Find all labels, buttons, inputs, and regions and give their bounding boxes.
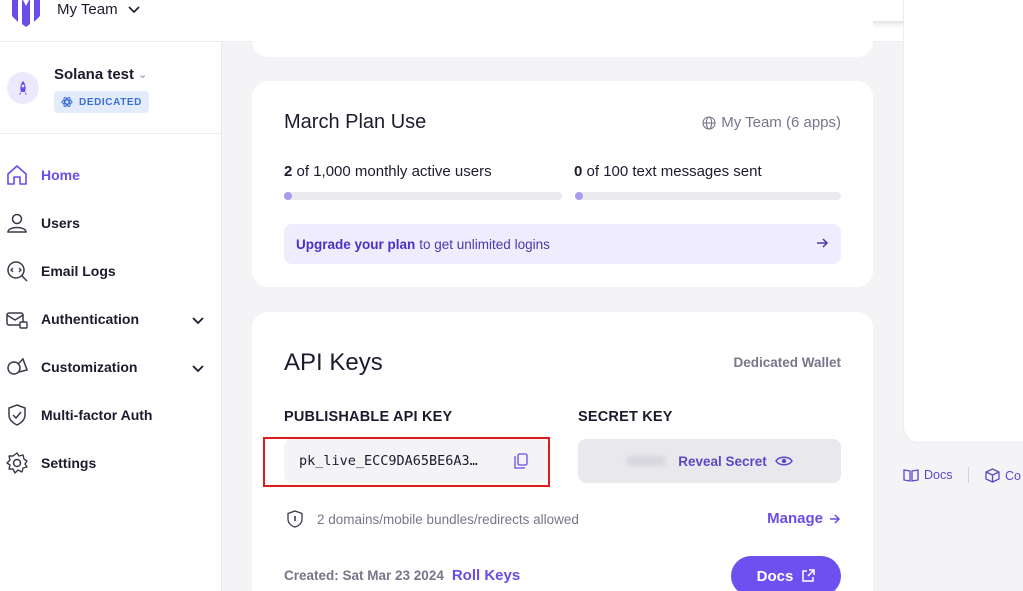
upgrade-text: to get unlimited logins	[419, 236, 550, 252]
sidebar-item-users[interactable]: Users	[0, 205, 221, 241]
chevron-down-icon: ⌄	[138, 69, 148, 81]
sidebar-item-mfa[interactable]: Multi-factor Auth	[0, 397, 221, 433]
sidebar-item-authentication[interactable]: Authentication	[0, 301, 221, 337]
sidebar-item-customization[interactable]: Customization	[0, 349, 221, 385]
dedicated-badge: DEDICATED	[54, 91, 149, 113]
sidebar: Solana test ⌄ DEDICATED Home Users Email…	[0, 42, 222, 591]
manage-label: Manage	[767, 510, 823, 527]
publishable-key-highlight	[263, 437, 550, 487]
sidebar-item-label: Customization	[41, 359, 138, 375]
manage-link[interactable]: Manage	[767, 510, 841, 527]
cube-icon	[985, 468, 1000, 483]
book-icon	[903, 469, 919, 482]
domains-info: 2 domains/mobile bundles/redirects allow…	[287, 510, 579, 528]
footer-divider	[968, 467, 969, 483]
reveal-secret-label: Reveal Secret	[678, 453, 767, 469]
publishable-key-label: PUBLISHABLE API KEY	[284, 409, 453, 425]
code-link[interactable]: Co	[985, 468, 1021, 483]
secret-key-field[interactable]: Reveal Secret	[578, 439, 841, 483]
gear-icon	[6, 452, 28, 474]
docs-button[interactable]: Docs	[731, 556, 841, 591]
home-icon	[7, 165, 27, 185]
sms-usage-text: of 100 text messages sent	[582, 163, 762, 180]
domains-text: 2 domains/mobile bundles/redirects allow…	[317, 511, 579, 527]
roll-keys-link[interactable]: Roll Keys	[452, 567, 520, 584]
docs-button-label: Docs	[756, 567, 794, 585]
sidebar-item-email-logs[interactable]: Email Logs	[0, 253, 221, 289]
sidebar-item-label: Settings	[41, 455, 97, 471]
docs-link[interactable]: Docs	[903, 468, 952, 482]
chevron-down-icon	[128, 5, 140, 13]
app-name: Solana test	[54, 66, 135, 83]
eye-icon	[774, 456, 793, 466]
external-link-icon	[802, 569, 816, 582]
app-header: Solana test ⌄ DEDICATED	[0, 42, 221, 134]
sidebar-item-label: Multi-factor Auth	[41, 407, 153, 423]
plan-scope-label: My Team (6 apps)	[721, 114, 841, 131]
team-name: My Team	[57, 1, 118, 18]
sms-usage-label: 0 of 100 text messages sent	[574, 163, 762, 180]
team-switcher[interactable]: My Team	[57, 1, 140, 18]
right-panel	[903, 0, 1023, 443]
code-link-label: Co	[1005, 468, 1021, 483]
arrow-right-icon	[830, 513, 841, 524]
shield-check-icon	[8, 404, 26, 426]
users-usage-label: 2 of 1,000 monthly active users	[284, 163, 492, 180]
sidebar-item-label: Home	[41, 167, 80, 183]
sms-progress-fill	[575, 192, 583, 200]
email-search-icon	[7, 261, 28, 282]
created-info: Created: Sat Mar 23 2024 Roll Keys	[284, 567, 520, 584]
mail-lock-icon	[6, 312, 28, 329]
sms-progress-bar	[575, 192, 841, 200]
top-card	[252, 0, 873, 57]
atom-icon	[61, 97, 73, 107]
badge-label: DEDICATED	[79, 96, 142, 108]
app-avatar[interactable]	[7, 72, 39, 104]
upgrade-banner[interactable]: Upgrade your plan to get unlimited login…	[284, 224, 841, 264]
globe-icon	[702, 115, 716, 130]
sidebar-item-settings[interactable]: Settings	[0, 445, 221, 481]
upgrade-link[interactable]: Upgrade your plan	[296, 237, 415, 252]
user-icon	[7, 213, 27, 233]
masked-secret	[626, 456, 667, 466]
sidebar-item-label: Authentication	[41, 311, 139, 327]
users-progress-fill	[284, 192, 292, 200]
plan-usage-card: March Plan Use My Team (6 apps) 2 of 1,0…	[252, 81, 873, 287]
sidebar-item-label: Users	[41, 215, 80, 231]
shapes-icon	[7, 357, 28, 375]
logo-icon[interactable]	[8, 0, 44, 28]
plan-title: March Plan Use	[284, 111, 427, 133]
users-progress-bar	[284, 192, 562, 200]
wallet-type: Dedicated Wallet	[733, 355, 841, 370]
rocket-icon	[19, 81, 27, 95]
plan-scope: My Team (6 apps)	[702, 114, 841, 131]
docs-link-label: Docs	[924, 468, 953, 482]
api-keys-title: API Keys	[284, 349, 383, 376]
chevron-down-icon[interactable]	[190, 312, 206, 328]
sidebar-item-label: Email Logs	[41, 263, 116, 279]
created-date: Created: Sat Mar 23 2024	[284, 568, 444, 583]
shield-lock-icon	[287, 510, 303, 528]
app-switcher[interactable]: Solana test ⌄	[54, 66, 147, 83]
chevron-down-icon[interactable]	[190, 360, 206, 376]
secret-key-label: SECRET KEY	[578, 409, 673, 425]
arrow-right-icon	[817, 238, 829, 248]
users-usage-text: of 1,000 monthly active users	[292, 163, 492, 180]
sidebar-item-home[interactable]: Home	[0, 157, 221, 193]
